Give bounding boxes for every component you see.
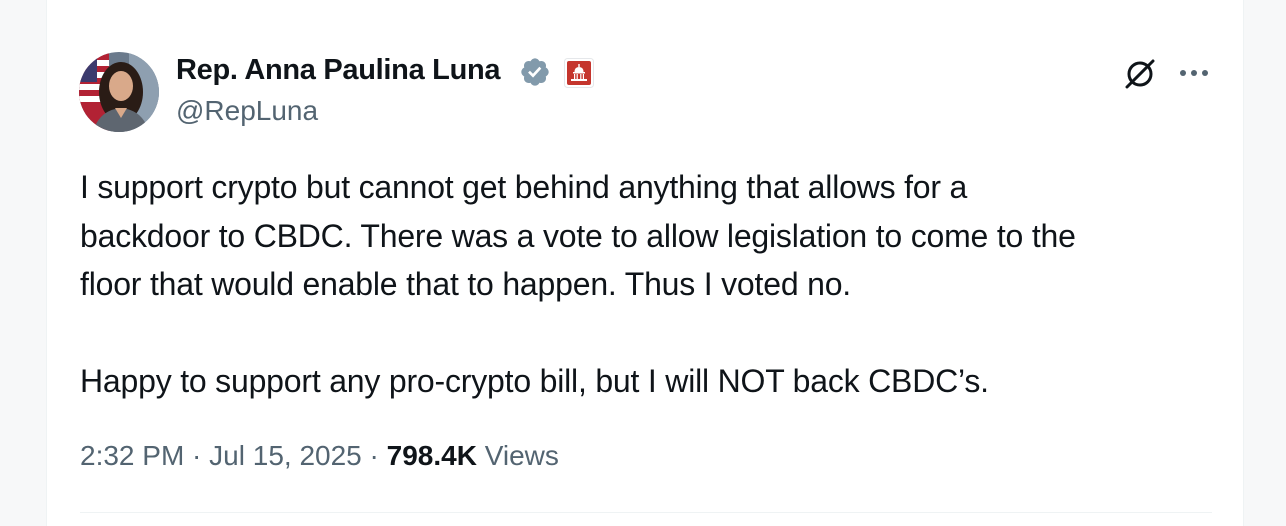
- tweet-text-line: Happy to support any pro-crypto bill, bu…: [80, 363, 989, 399]
- capitol-building-icon: [564, 58, 594, 88]
- tweet-card: Rep. Anna Paulina Luna @RepLuna I suppor…: [46, 0, 1244, 526]
- tweet-text-line: floor that would enable that to happen. …: [80, 266, 851, 302]
- tweet-text-line: backdoor to CBDC. There was a vote to al…: [80, 217, 1076, 254]
- more-options-icon[interactable]: [1175, 60, 1213, 86]
- divider: [80, 512, 1212, 513]
- author-name[interactable]: Rep. Anna Paulina Luna: [176, 52, 501, 88]
- views-count[interactable]: 798.4K: [387, 440, 477, 471]
- meta-separator: ·: [361, 440, 387, 471]
- grok-icon[interactable]: [1123, 57, 1157, 91]
- avatar[interactable]: [79, 52, 159, 132]
- tweet-text-line: I support crypto but cannot get behind a…: [80, 169, 968, 205]
- meta-separator: ·: [184, 440, 210, 471]
- tweet-time[interactable]: 2:32 PM: [80, 440, 184, 471]
- verified-badge-icon: [521, 58, 549, 86]
- author-handle[interactable]: @RepLuna: [176, 93, 318, 129]
- tweet-date[interactable]: Jul 15, 2025: [209, 440, 362, 471]
- tweet-text: I support crypto but cannot get behind a…: [80, 163, 1210, 406]
- tweet-metadata: 2:32 PM · Jul 15, 2025 · 798.4K Views: [80, 436, 559, 476]
- views-label: Views: [476, 440, 559, 471]
